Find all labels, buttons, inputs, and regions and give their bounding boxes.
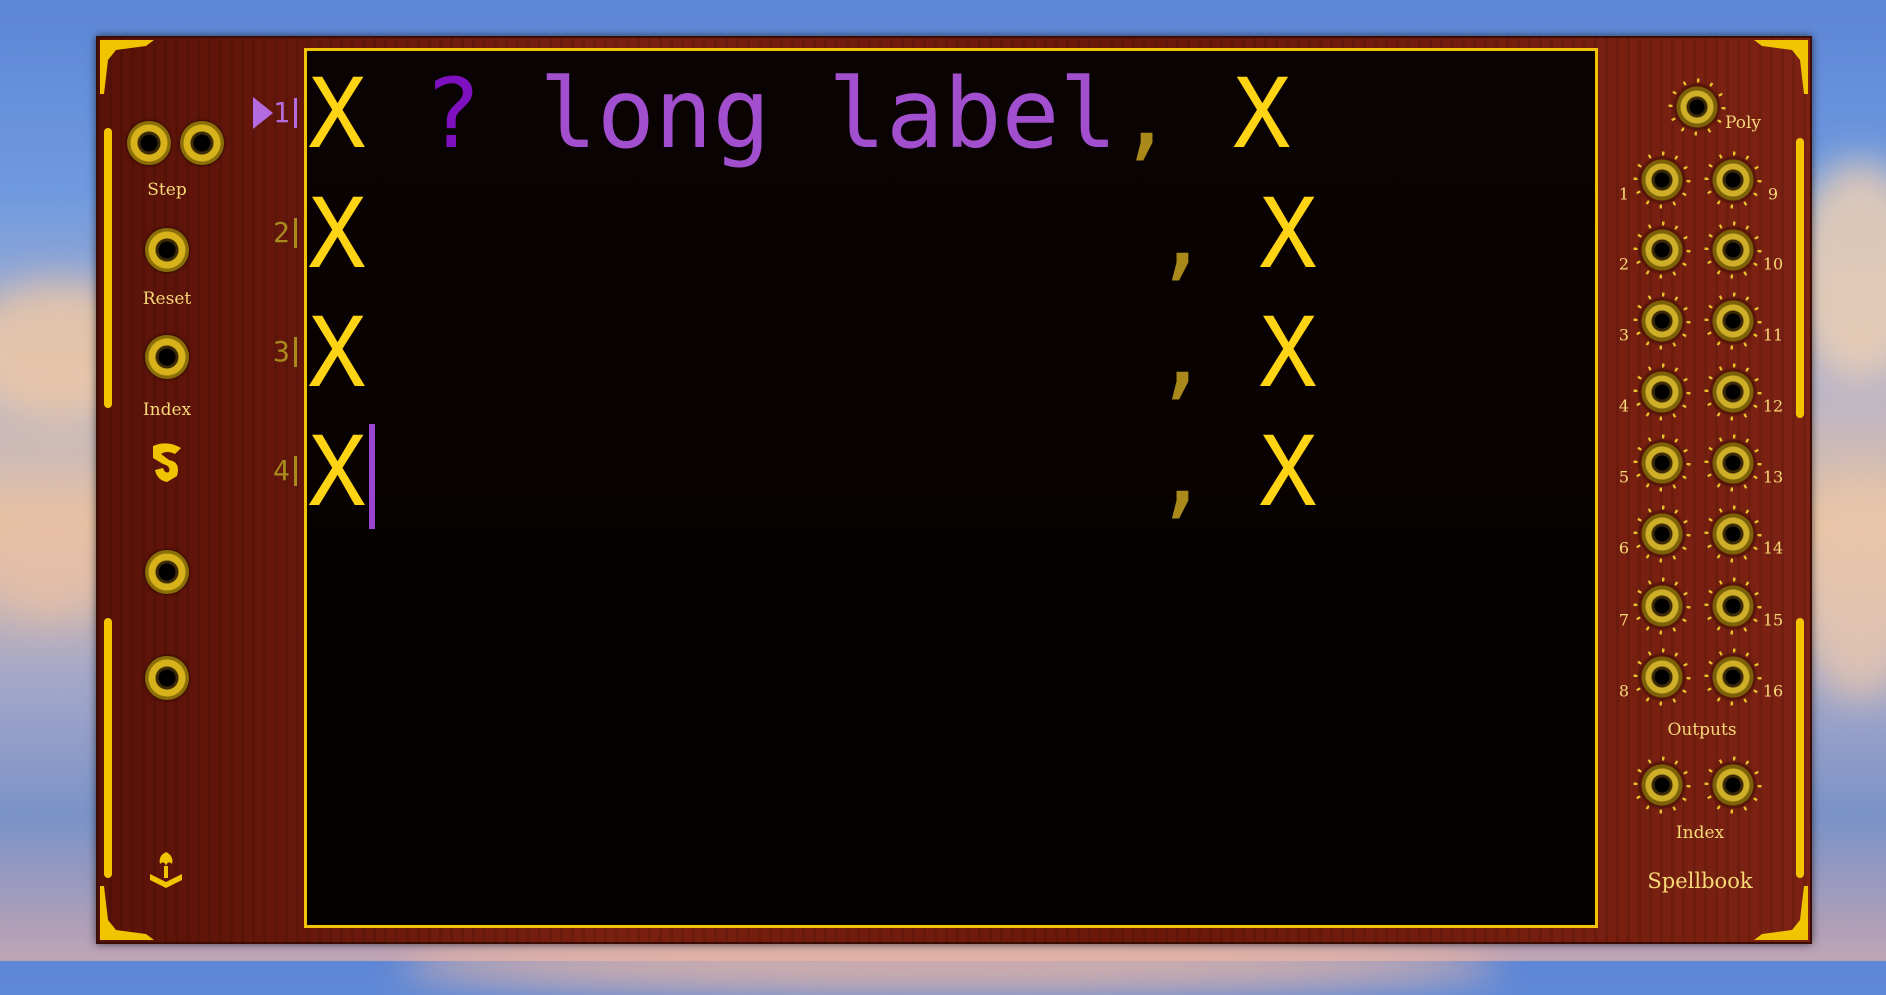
- poly-label: Poly: [1724, 113, 1762, 133]
- code-editor[interactable]: [304, 48, 1598, 928]
- output-jack-7[interactable]: [1640, 584, 1684, 628]
- line-number-1: 1: [273, 96, 290, 129]
- output-number-left: 2: [1618, 254, 1630, 274]
- step-label: Step: [147, 180, 187, 200]
- code-line-3[interactable]: X,X: [308, 305, 1317, 401]
- step-input-jack[interactable]: [127, 121, 171, 165]
- output-jack-3[interactable]: [1640, 299, 1684, 343]
- index-output-label: Index: [1675, 823, 1725, 843]
- corner-ornament-icon: [1754, 886, 1808, 940]
- output-number-left: 3: [1618, 325, 1630, 345]
- gold-trim-right: [1796, 618, 1804, 878]
- step-label-text: long label: [539, 58, 1118, 170]
- output-jack-16[interactable]: [1711, 655, 1755, 699]
- left-jack-5[interactable]: [145, 550, 189, 594]
- gold-trim-left: [104, 618, 112, 878]
- output-number-right: 16: [1762, 681, 1784, 701]
- output-number-left: 5: [1618, 467, 1630, 487]
- column-separator: ,: [1117, 58, 1175, 170]
- index-output-jack-2[interactable]: [1711, 763, 1755, 807]
- logo-icon: [153, 443, 181, 482]
- output-jack-2[interactable]: [1640, 228, 1684, 272]
- index-output-jack-1[interactable]: [1640, 763, 1684, 807]
- gutter-bar: [294, 218, 297, 248]
- output-jack-15[interactable]: [1711, 584, 1755, 628]
- left-jack-6[interactable]: [145, 656, 189, 700]
- gold-trim-left: [104, 128, 112, 408]
- output-number-right: 11: [1762, 325, 1784, 345]
- output-number-left: 4: [1618, 396, 1630, 416]
- column-2-value: X: [1259, 416, 1317, 528]
- column-separator: ,: [1153, 416, 1211, 528]
- line-number-3: 3: [273, 335, 290, 368]
- output-number-right: 10: [1762, 254, 1784, 274]
- text-cursor: [369, 424, 375, 529]
- output-jack-1[interactable]: [1640, 158, 1684, 202]
- step-input-jack-2[interactable]: [180, 121, 224, 165]
- output-number-left: 6: [1618, 538, 1630, 558]
- column-2-value: X: [1259, 297, 1317, 409]
- output-number-left: 8: [1618, 681, 1630, 701]
- column-1-value: X: [308, 416, 366, 528]
- output-number-right: 15: [1762, 610, 1784, 630]
- column-1-value: X: [308, 297, 366, 409]
- poly-output-jack[interactable]: [1675, 85, 1719, 129]
- gutter-bar: [294, 337, 297, 367]
- output-number-right: 12: [1762, 396, 1784, 416]
- column-separator: ,: [1153, 297, 1211, 409]
- output-jack-14[interactable]: [1711, 512, 1755, 556]
- corner-ornament-icon: [100, 40, 154, 94]
- output-jack-8[interactable]: [1640, 655, 1684, 699]
- index-input-jack[interactable]: [145, 335, 189, 379]
- output-jack-11[interactable]: [1711, 299, 1755, 343]
- column-2-value: X: [1232, 58, 1291, 170]
- output-jack-12[interactable]: [1711, 370, 1755, 414]
- gold-trim-right: [1796, 138, 1804, 418]
- output-number-right: 14: [1762, 538, 1784, 558]
- line-number-4: 4: [273, 454, 290, 487]
- code-line-2[interactable]: X,X: [308, 186, 1317, 282]
- column-1-value: X: [308, 58, 366, 170]
- output-number-right: 9: [1767, 184, 1779, 204]
- reset-input-jack[interactable]: [145, 228, 189, 272]
- corner-ornament-icon: [100, 886, 154, 940]
- column-separator: ,: [1153, 178, 1211, 290]
- output-jack-9[interactable]: [1711, 158, 1755, 202]
- reset-label: Reset: [142, 289, 192, 309]
- code-line-4[interactable]: X,X: [308, 424, 1317, 520]
- output-jack-10[interactable]: [1711, 228, 1755, 272]
- gutter-bar: [294, 456, 297, 486]
- outputs-label: Outputs: [1667, 720, 1737, 740]
- index-label: Index: [142, 400, 192, 420]
- output-jack-13[interactable]: [1711, 441, 1755, 485]
- output-number-left: 7: [1618, 610, 1630, 630]
- column-2-value: X: [1259, 178, 1317, 290]
- column-1-value: X: [308, 178, 366, 290]
- corner-ornament-icon: [1754, 40, 1808, 94]
- output-jack-4[interactable]: [1640, 370, 1684, 414]
- output-jack-5[interactable]: [1640, 441, 1684, 485]
- spellbook-book-icon: [150, 852, 182, 888]
- line-number-2: 2: [273, 216, 290, 249]
- module-title: Spellbook: [1647, 869, 1753, 893]
- output-jack-6[interactable]: [1640, 512, 1684, 556]
- play-marker-icon: [253, 97, 273, 129]
- cloud: [400, 935, 1500, 995]
- code-line-1[interactable]: X ? long label, X: [308, 66, 1291, 162]
- label-marker: ?: [423, 58, 482, 170]
- cloud: [1800, 480, 1886, 700]
- gutter-bar: [294, 98, 297, 128]
- output-number-left: 1: [1618, 184, 1630, 204]
- output-number-right: 13: [1762, 467, 1784, 487]
